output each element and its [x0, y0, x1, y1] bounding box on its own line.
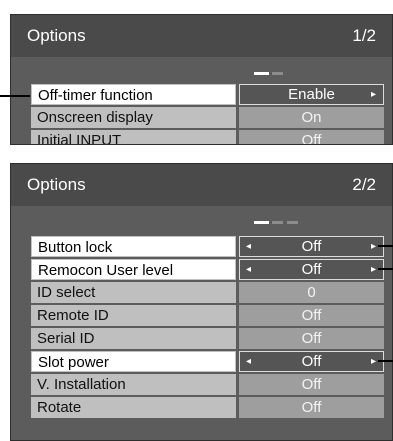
options-panel-page-1: Options 1/2 Off-timer function Enable ▸ …: [10, 14, 393, 145]
menu-row-off-timer-function[interactable]: Off-timer function Enable ▸: [31, 84, 384, 105]
menu-row-label: Initial INPUT: [31, 130, 236, 144]
options-panel-page-2: Options 2/2 Button lock ◂ Off ▸ Remocon …: [10, 163, 393, 441]
menu-row-v-installation[interactable]: V. Installation Off: [31, 374, 384, 395]
left-arrow-icon[interactable]: ◂: [246, 352, 251, 371]
right-arrow-icon[interactable]: ▸: [371, 260, 376, 279]
menu-row-value[interactable]: ◂ Off ▸: [239, 351, 384, 372]
menu-row-value[interactable]: ◂ Off ▸: [239, 236, 384, 257]
page-dot: [272, 221, 283, 224]
menu-row-remote-id[interactable]: Remote ID Off: [31, 305, 384, 326]
menu-row-label: V. Installation: [31, 374, 236, 395]
menu-list: Button lock ◂ Off ▸ Remocon User level ◂…: [31, 236, 384, 420]
menu-row-label: Remocon User level: [31, 259, 236, 280]
left-arrow-icon[interactable]: ◂: [246, 237, 251, 256]
page-dot: [272, 72, 283, 75]
menu-row-value: Off: [239, 305, 384, 326]
right-arrow-icon[interactable]: ▸: [371, 237, 376, 256]
menu-row-value: 0: [239, 282, 384, 303]
menu-row-value: Off: [239, 397, 384, 418]
menu-row-value: On: [239, 107, 384, 128]
menu-row-label: Slot power: [31, 351, 236, 372]
right-arrow-icon[interactable]: ▸: [371, 85, 376, 104]
menu-row-label: Serial ID: [31, 328, 236, 349]
page-dot-active: [254, 72, 269, 75]
menu-list: Off-timer function Enable ▸ Onscreen dis…: [31, 84, 384, 144]
panel-title: Options: [27, 26, 86, 45]
panel-title-bar: Options 2/2: [11, 164, 392, 206]
left-arrow-icon[interactable]: ◂: [246, 260, 251, 279]
menu-row-initial-input[interactable]: Initial INPUT Off: [31, 130, 384, 144]
menu-row-value: Off: [239, 130, 384, 144]
page-dots: [11, 206, 392, 237]
page-indicator: 2/2: [352, 175, 376, 194]
menu-row-label: Remote ID: [31, 305, 236, 326]
menu-row-serial-id[interactable]: Serial ID Off: [31, 328, 384, 349]
page-indicator: 1/2: [352, 26, 376, 45]
callout-line: [378, 360, 393, 362]
callout-line: [378, 268, 393, 270]
menu-row-onscreen-display[interactable]: Onscreen display On: [31, 107, 384, 128]
menu-row-button-lock[interactable]: Button lock ◂ Off ▸: [31, 236, 384, 257]
page-dot: [287, 221, 298, 224]
panel-title-bar: Options 1/2: [11, 15, 392, 57]
menu-row-label: Rotate: [31, 397, 236, 418]
menu-row-rotate[interactable]: Rotate Off: [31, 397, 384, 418]
menu-row-remocon-user-level[interactable]: Remocon User level ◂ Off ▸: [31, 259, 384, 280]
callout-line: [0, 95, 30, 97]
menu-row-label: ID select: [31, 282, 236, 303]
menu-row-value: Off: [239, 374, 384, 395]
menu-row-value[interactable]: Enable ▸: [239, 84, 384, 105]
menu-row-label: Button lock: [31, 236, 236, 257]
right-arrow-icon[interactable]: ▸: [371, 352, 376, 371]
menu-row-id-select[interactable]: ID select 0: [31, 282, 384, 303]
menu-row-value: Off: [239, 328, 384, 349]
menu-row-slot-power[interactable]: Slot power ◂ Off ▸: [31, 351, 384, 372]
panel-title: Options: [27, 175, 86, 194]
callout-line: [378, 245, 393, 247]
menu-row-label: Onscreen display: [31, 107, 236, 128]
menu-row-label: Off-timer function: [31, 84, 236, 105]
page-dot-active: [254, 221, 269, 224]
menu-row-value[interactable]: ◂ Off ▸: [239, 259, 384, 280]
